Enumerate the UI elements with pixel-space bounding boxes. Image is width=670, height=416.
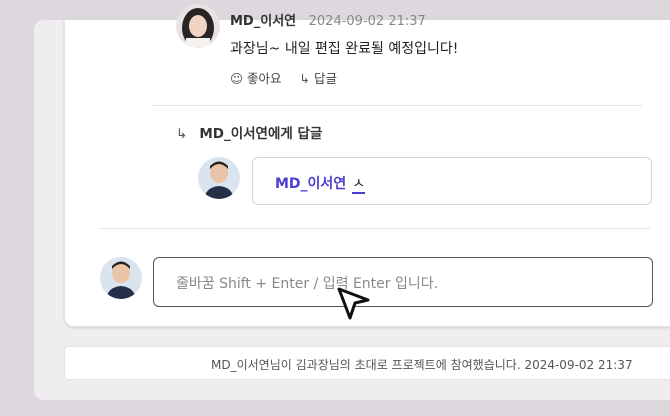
current-user-avatar [100, 257, 142, 299]
comment-input-placeholder: 줄바꿈 Shift + Enter / 입력 Enter 입니다. [176, 276, 439, 292]
reply-arrow-icon: ↳ [299, 71, 311, 86]
like-label: 좋아요 [247, 71, 282, 86]
comment-date: 2024-09-02 21:37 [308, 14, 426, 29]
comment-header: MD_이서연 2024-09-02 21:37 [230, 10, 426, 29]
activity-log-text: MD_이서연님이 김과장님의 초대로 프로젝트에 참여했습니다. 2024-09… [211, 358, 633, 372]
comment-text: 과장님~ 내일 편집 완료될 예정입니다! [230, 41, 459, 57]
divider [100, 228, 650, 229]
reply-to-label: MD_이서연에게 답글 [199, 126, 323, 142]
comment-input[interactable]: 줄바꿈 Shift + Enter / 입력 Enter 입니다. [153, 257, 653, 307]
mention-tag: MD_이서연 [275, 176, 347, 192]
current-user-avatar [198, 157, 240, 199]
reply-button[interactable]: ↳ 답글 [300, 68, 338, 87]
reply-arrow-icon: ↳ [176, 126, 188, 142]
like-button[interactable]: ☺ 좋아요 [230, 68, 282, 87]
reply-typed-text: ㅅ [352, 176, 366, 194]
reply-label: 답글 [314, 71, 338, 86]
commenter-avatar [176, 4, 220, 48]
activity-log-entry: MD_이서연님이 김과장님의 초대로 프로젝트에 참여했습니다. 2024-09… [64, 346, 670, 380]
divider [152, 105, 642, 106]
smile-icon: ☺ [230, 71, 244, 86]
mouse-pointer-icon [336, 286, 372, 326]
reply-to-heading: ↳ MD_이서연에게 답글 [176, 122, 322, 142]
comment-author: MD_이서연 [230, 14, 297, 29]
reply-input[interactable]: MD_이서연 ㅅ [252, 157, 652, 205]
comment-actions: ☺ 좋아요 ↳ 답글 [230, 68, 337, 87]
